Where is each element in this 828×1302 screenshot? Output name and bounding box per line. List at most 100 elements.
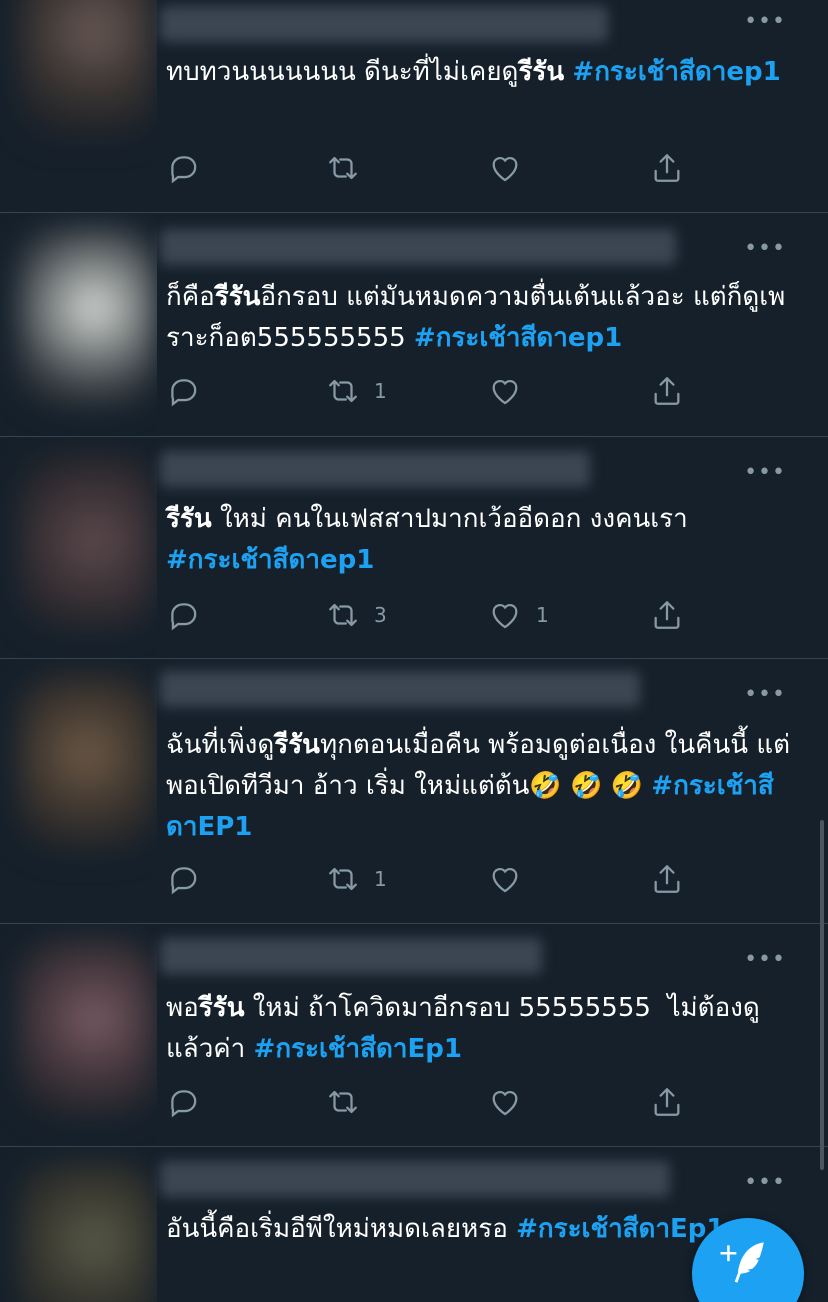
tweet-text: อันนี้คือเริ่มอีพีใหม่หมดเลยหรอ #กระเช้า… [166, 1209, 726, 1250]
avatar-column [0, 924, 157, 1146]
like-button[interactable] [488, 371, 536, 411]
hashtag-link[interactable]: #กระเช้าสีดาep1 [414, 323, 622, 353]
hashtag-link[interactable]: #กระเช้าสีดาep1 [572, 57, 780, 87]
avatar[interactable] [18, 1161, 156, 1302]
more-options-icon[interactable]: ••• [744, 684, 786, 706]
more-options-icon[interactable]: ••• [744, 949, 786, 971]
share-button[interactable] [650, 148, 684, 188]
tweet[interactable]: ••• ก็คือรีรันอีกรอบ แต่มันหมดความตื่นเต… [0, 213, 828, 437]
hashtag-link[interactable]: #กระเช้าสีดาEp1 [516, 1214, 724, 1244]
heart-icon [492, 868, 518, 893]
tweet-text-bold: รีรัน [198, 993, 245, 1023]
tweet-text-bold: รีรัน [518, 57, 565, 87]
share-icon [654, 865, 680, 893]
share-button[interactable] [650, 595, 684, 635]
hashtag-link[interactable]: #กระเช้าสีดาep1 [166, 545, 374, 575]
retweet-button[interactable] [326, 148, 374, 188]
tweet[interactable]: ••• พอรีรัน ใหม่ ถ้าโควิดมาอีกรอบ 555555… [0, 924, 828, 1147]
reply-button[interactable] [166, 859, 200, 899]
more-options-icon[interactable]: ••• [744, 1172, 786, 1194]
tweet[interactable]: ••• ทบทวนนนนนนน ดีนะที่ไม่เคยดูรีรัน #กร… [0, 0, 828, 213]
heart-icon [492, 380, 518, 405]
share-icon [654, 601, 680, 629]
tweet-text: ฉันที่เพิ่งดูรีรันทุกตอนเมื่อคืน พร้อมดู… [166, 725, 796, 848]
avatar[interactable] [18, 0, 156, 140]
retweet-button[interactable]: 1 [326, 371, 387, 411]
compose-feather-icon [720, 1242, 764, 1283]
timeline-feed: ••• ทบทวนนนนนนน ดีนะที่ไม่เคยดูรีรัน #กร… [0, 0, 828, 1302]
share-button[interactable] [650, 859, 684, 899]
tweet-text-segment: พอ [166, 993, 199, 1023]
retweet-icon [329, 156, 357, 180]
retweet-icon [329, 379, 357, 403]
tweet-text-segment: ก็คือ [166, 282, 215, 312]
tweet[interactable]: ••• รีรัน ใหม่ คนในเฟสสาปมากเว้ออีดอก งง… [0, 437, 828, 659]
tweet-text: ทบทวนนนนนนน ดีนะที่ไม่เคยดูรีรัน #กระเช้… [166, 52, 796, 93]
avatar[interactable] [18, 673, 156, 853]
tweet-text-bold: รีรัน [166, 504, 212, 534]
share-icon [654, 377, 680, 405]
avatar-column [0, 1147, 157, 1302]
blurred-username[interactable] [160, 6, 608, 42]
blurred-username[interactable] [160, 938, 542, 974]
more-options-icon[interactable]: ••• [744, 238, 786, 260]
blurred-username[interactable] [160, 1161, 670, 1197]
reply-icon [171, 379, 197, 407]
tweet-actions: 1 [166, 859, 726, 899]
retweet-button[interactable] [326, 1082, 374, 1122]
retweet-button[interactable]: 1 [326, 859, 387, 899]
like-button[interactable] [488, 1082, 536, 1122]
blurred-username[interactable] [160, 229, 676, 265]
tweet-actions: 1 [166, 371, 726, 411]
reply-button[interactable] [166, 1082, 200, 1122]
reply-button[interactable] [166, 371, 200, 411]
reply-icon [171, 1090, 197, 1118]
tweet-text: พอรีรัน ใหม่ ถ้าโควิดมาอีกรอบ 55555555 ไ… [166, 988, 796, 1070]
avatar-column [0, 213, 157, 436]
avatar-column [0, 0, 157, 212]
share-button[interactable] [650, 371, 684, 411]
tweet-actions [166, 1082, 726, 1122]
more-options-icon[interactable]: ••• [744, 462, 786, 484]
reply-button[interactable] [166, 148, 214, 188]
retweet-count: 3 [374, 603, 387, 627]
tweet-text-segment: อันนี้คือเริ่มอีพีใหม่หมดเลยหรอ [166, 1214, 517, 1244]
reply-icon [171, 156, 197, 184]
blurred-username[interactable] [160, 451, 590, 487]
heart-icon [492, 604, 518, 629]
more-options-icon[interactable]: ••• [744, 11, 786, 33]
avatar[interactable] [18, 938, 156, 1118]
like-button[interactable] [488, 859, 536, 899]
retweet-count: 1 [374, 867, 387, 891]
tweet-text-bold: รีรัน [214, 282, 261, 312]
tweet-text-bold: รีรัน [274, 730, 320, 760]
retweet-icon [329, 1090, 357, 1114]
blurred-username[interactable] [160, 671, 640, 707]
tweet-text: รีรัน ใหม่ คนในเฟสสาปมากเว้ออีดอก งงคนเร… [166, 499, 796, 581]
share-icon [654, 154, 680, 182]
heart-icon [492, 157, 518, 182]
avatar-column [0, 659, 157, 923]
tweet-text-segment: ฉันที่เพิ่งดู [166, 730, 275, 760]
reply-button[interactable] [166, 595, 200, 635]
reply-icon [171, 603, 197, 631]
heart-icon [492, 1091, 518, 1116]
share-button[interactable] [650, 1082, 684, 1122]
tweet[interactable]: ••• ฉันที่เพิ่งดูรีรันทุกตอนเมื่อคืน พร้… [0, 659, 828, 924]
share-icon [654, 1088, 680, 1116]
tweet-text-segment: ทบทวนนนนนนน ดีนะที่ไม่เคยดู [166, 57, 519, 87]
tweet-actions [166, 148, 726, 188]
reply-icon [171, 867, 197, 895]
avatar[interactable] [18, 451, 156, 631]
like-button[interactable] [488, 148, 536, 188]
like-count: 1 [536, 603, 549, 627]
hashtag-link[interactable]: #กระเช้าสีดาEp1 [254, 1034, 462, 1064]
retweet-button[interactable]: 3 [326, 595, 387, 635]
scrollbar[interactable] [820, 820, 824, 1170]
avatar[interactable] [18, 227, 156, 407]
like-button[interactable]: 1 [488, 595, 549, 635]
retweet-count: 1 [374, 379, 387, 403]
tweet-text-segment: ใหม่ คนในเฟสสาปมากเว้ออีดอก งงคนเรา [211, 504, 696, 534]
avatar-column [0, 437, 157, 658]
retweet-icon [329, 867, 357, 891]
